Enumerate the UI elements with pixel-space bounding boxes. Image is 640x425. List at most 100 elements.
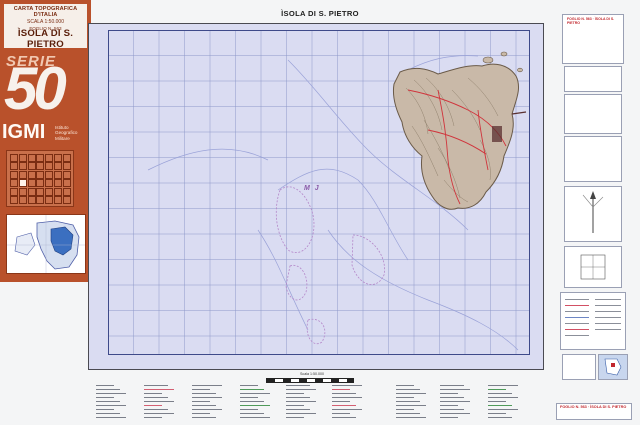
legend-line xyxy=(565,299,589,300)
legend-symbol-line xyxy=(192,385,222,386)
index-sheet-cell xyxy=(45,196,54,204)
legend-symbol-line xyxy=(144,401,174,402)
legend-symbol-line xyxy=(332,409,362,410)
legend-symbol-line xyxy=(332,385,362,386)
index-sheet-cell xyxy=(62,196,71,204)
legend-symbol-line xyxy=(396,417,426,418)
sheet-footer-id: FOGLIO N. 563 · ÌSOLA DI S. PIETRO xyxy=(560,405,627,409)
legend-symbol-line xyxy=(488,405,512,406)
carloforte-town xyxy=(492,126,502,142)
legend-symbol-line xyxy=(96,405,126,406)
legend-symbol-line xyxy=(396,401,420,402)
cover-panel: CARTA TOPOGRAFICA D'ITALIA SCALA 1:50.00… xyxy=(0,0,91,282)
legend-symbol-line xyxy=(192,389,210,390)
legend-symbol-line xyxy=(332,413,350,414)
index-sheet-cell xyxy=(27,179,36,188)
legend-symbol-line xyxy=(286,397,310,398)
legend-symbol-line xyxy=(240,393,270,394)
legend-symbol-line xyxy=(144,409,168,410)
legend-symbol-line xyxy=(332,405,356,406)
legend-symbol-line xyxy=(286,405,304,406)
legend-symbol-line xyxy=(192,405,216,406)
legend-symbol-line xyxy=(286,393,304,394)
publisher-logo: IGMI xyxy=(2,121,46,143)
legend-symbol-line xyxy=(144,417,162,418)
index-sheet-cell xyxy=(36,196,45,204)
legend-block-datum xyxy=(564,66,622,92)
index-sheet-cell xyxy=(10,179,18,188)
legend-symbol-line xyxy=(440,385,464,386)
legend-symbol-line xyxy=(240,413,264,414)
legend-symbol-line xyxy=(488,413,506,414)
legend-symbol-line xyxy=(332,389,350,390)
legend-line xyxy=(565,311,589,312)
legend-block-symbols xyxy=(560,292,626,350)
legend-line xyxy=(595,311,621,312)
legend-symbol-line xyxy=(240,405,270,406)
index-sheet-cell xyxy=(27,162,36,171)
index-sheet-cell xyxy=(54,154,62,162)
legend-symbol-line xyxy=(192,393,216,394)
legend-symbol-line xyxy=(286,385,310,386)
location-inset-map xyxy=(6,214,86,274)
legend-symbol-line xyxy=(192,401,210,402)
index-sheet-cell xyxy=(27,154,36,162)
index-sheet-cell xyxy=(36,179,45,188)
legend-block-credits xyxy=(562,354,596,380)
legend-symbol-line xyxy=(286,413,316,414)
legend-line xyxy=(595,329,621,330)
index-sheet-cell xyxy=(36,170,45,179)
legend-symbol-line xyxy=(440,417,458,418)
legend-line xyxy=(565,335,589,336)
legend-title: FOGLIO N. 563 · ÌSOLA DI S. PIETRO xyxy=(567,17,615,25)
index-sheet-cell xyxy=(36,187,45,196)
legend-symbol-line xyxy=(240,389,264,390)
index-sheet-cell xyxy=(54,187,62,196)
index-sheet-cell xyxy=(62,154,71,162)
legend-symbol-line xyxy=(440,401,470,402)
legend-symbol-line xyxy=(440,409,464,410)
legend-symbol-line xyxy=(144,413,174,414)
legend-symbol-line xyxy=(286,417,304,418)
islet xyxy=(500,51,508,57)
index-sheet-cell xyxy=(10,187,18,196)
legend-symbol-line xyxy=(96,401,120,402)
index-sheet-cell xyxy=(54,170,62,179)
legend-symbol-line xyxy=(144,405,162,406)
harbour-pier xyxy=(511,111,527,115)
publisher-name: Istituto Geografico Militare xyxy=(55,125,77,141)
legend-symbol-line xyxy=(286,389,316,390)
legend-symbol-line xyxy=(488,393,512,394)
index-sheet-cell xyxy=(18,162,27,171)
index-sheet-cell xyxy=(36,154,45,162)
index-sheet-cell xyxy=(54,196,62,204)
index-sheet-cell xyxy=(18,154,27,162)
legend-symbol-line xyxy=(240,401,264,402)
sea-label: M J xyxy=(304,185,321,192)
index-sheet-cell xyxy=(62,179,71,188)
index-sheet-cell xyxy=(45,187,54,196)
legend-column: FOGLIO N. 563 · ÌSOLA DI S. PIETRO xyxy=(548,8,634,420)
legend-symbol-line xyxy=(332,417,356,418)
publisher-name-line: Militare xyxy=(55,135,70,141)
index-sheet-cell xyxy=(54,179,62,188)
legend-symbol-line xyxy=(192,417,216,418)
index-sheet-cell xyxy=(54,162,62,171)
shoal-outlines xyxy=(275,186,385,345)
legend-symbol-line xyxy=(144,385,168,386)
legend-line xyxy=(595,305,621,306)
index-sheet-cell xyxy=(45,170,54,179)
legend-symbol-line xyxy=(240,385,258,386)
index-sheet-cell xyxy=(36,162,45,171)
legend-line xyxy=(595,317,621,318)
legend-symbol-line xyxy=(440,393,458,394)
legend-inset-map xyxy=(598,354,628,380)
legend-symbol-line xyxy=(96,409,114,410)
legend-symbol-line xyxy=(488,417,512,418)
legend-line xyxy=(565,305,589,306)
legend-symbol-line xyxy=(192,409,222,410)
legend-symbol-line xyxy=(488,397,518,398)
legend-symbol-line xyxy=(144,389,174,390)
legend-symbol-line xyxy=(192,413,210,414)
map-sheet: CARTA TOPOGRAFICA D'ITALIA SCALA 1:50.00… xyxy=(0,0,640,425)
